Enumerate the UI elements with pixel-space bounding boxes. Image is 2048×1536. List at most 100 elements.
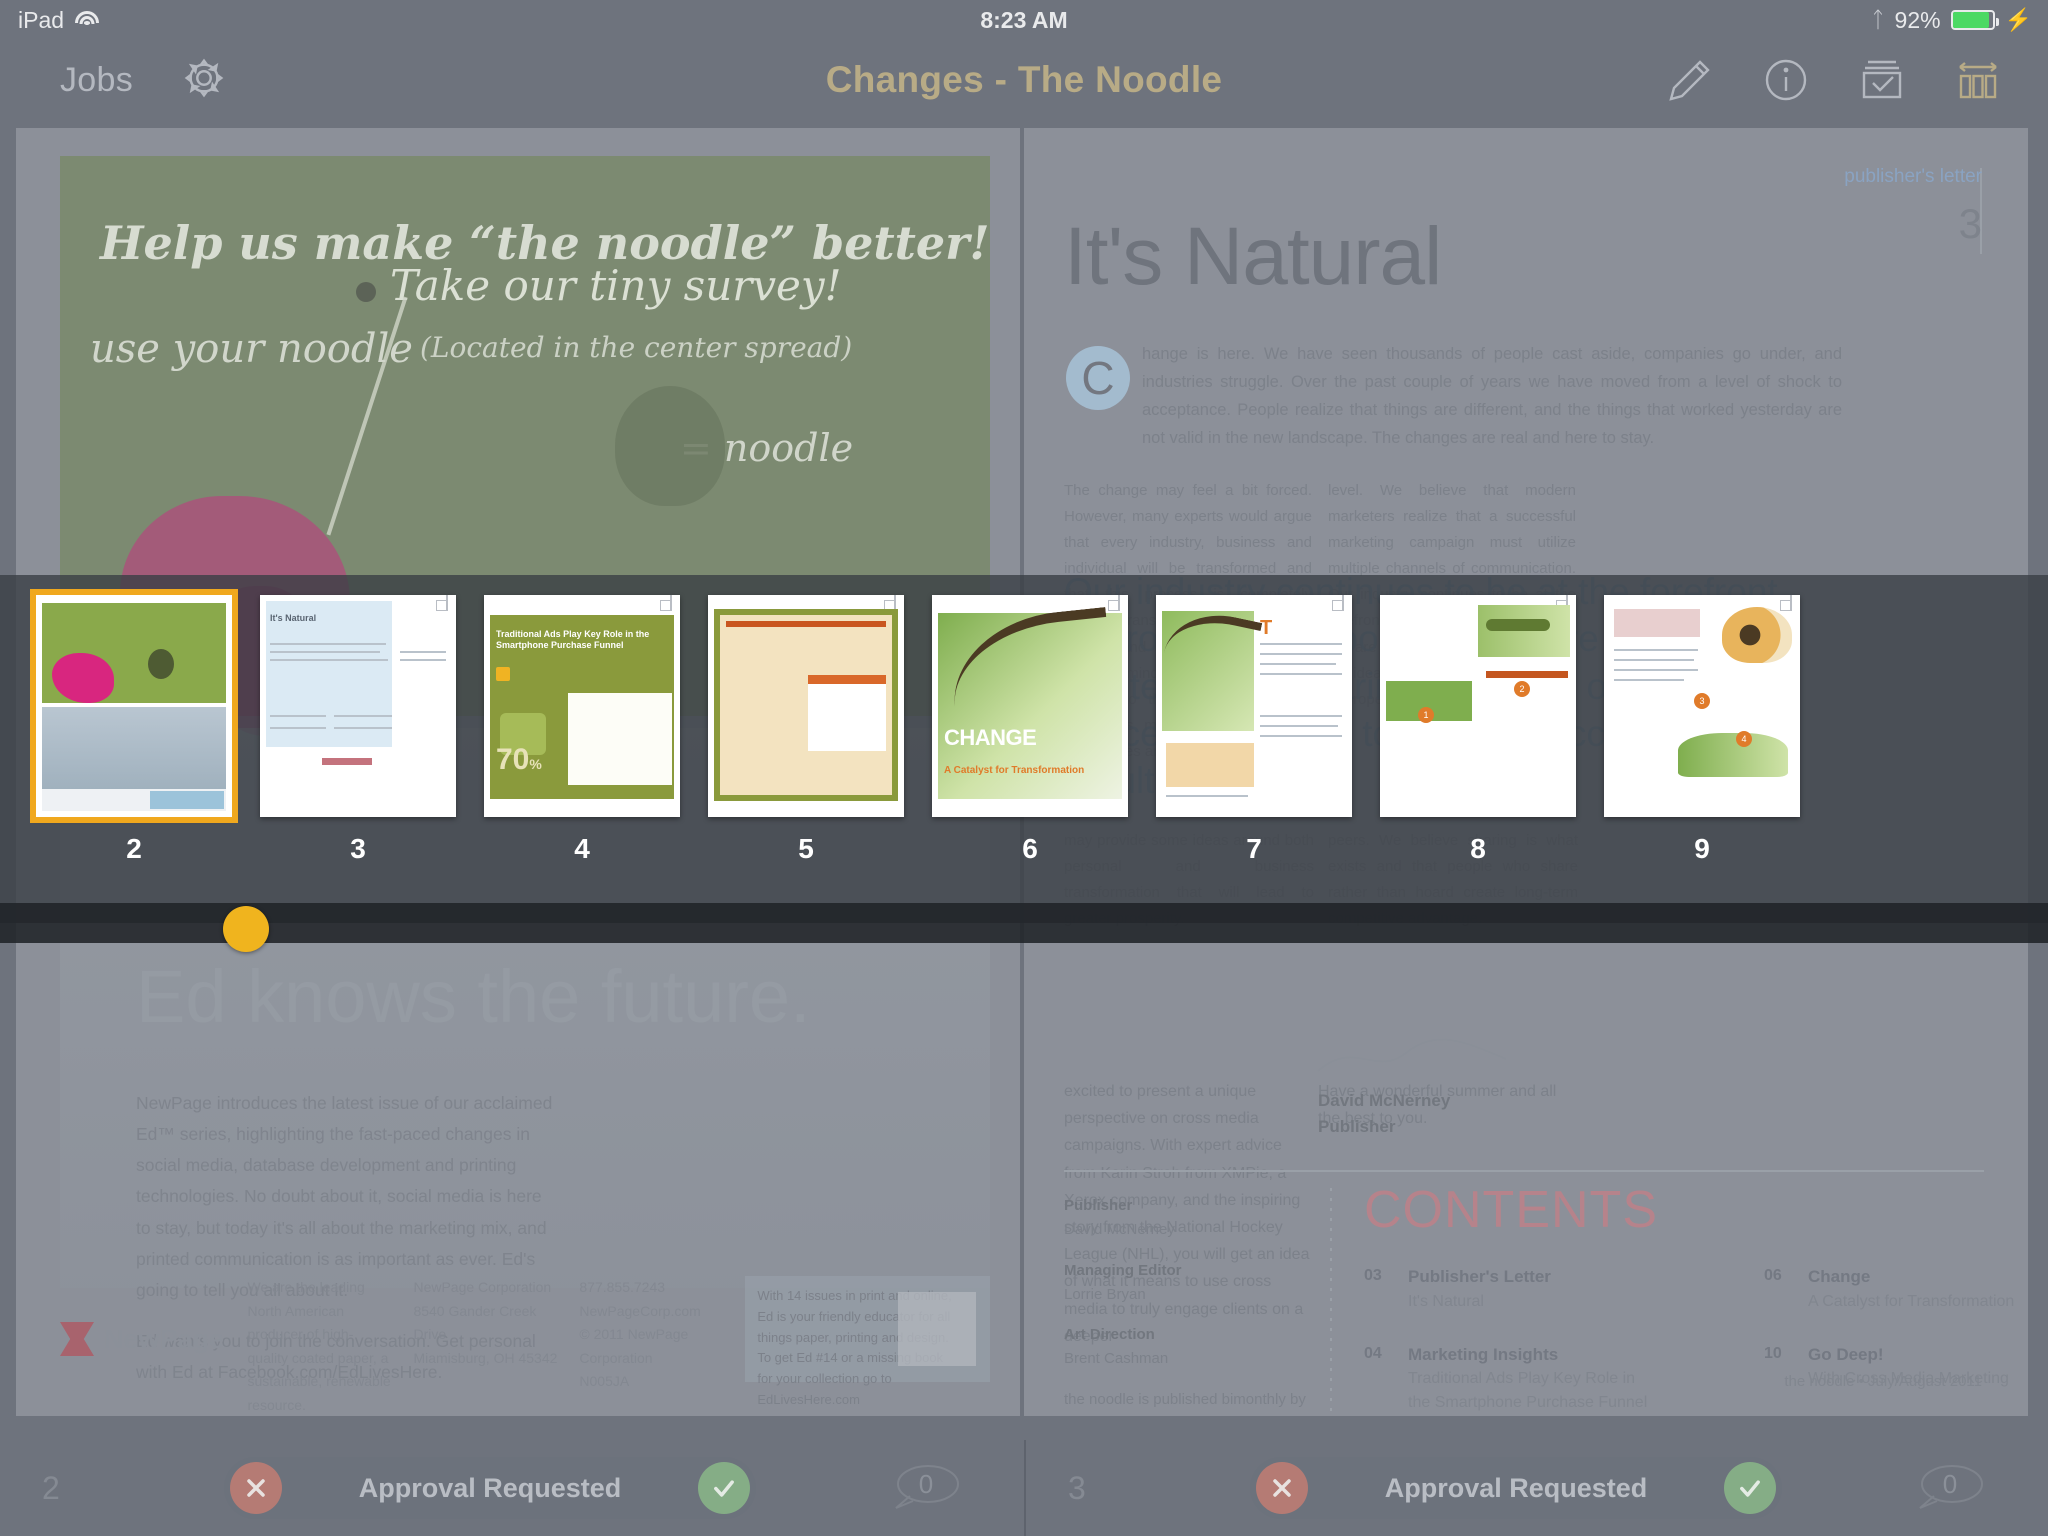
step-badge-4: 4 (1736, 731, 1752, 747)
right-page-header: publisher's letter 3 (1844, 166, 1982, 248)
thumb-pullquote-box (1166, 743, 1254, 787)
approval-control-group: Approval Requested (224, 1457, 756, 1519)
approve-button[interactable] (1724, 1462, 1776, 1514)
step-badge-3: 3 (1694, 693, 1710, 709)
contents-row[interactable]: 06 Change A Catalyst for Transformation (1764, 1264, 2028, 1314)
reject-button[interactable] (1256, 1462, 1308, 1514)
contents-title: Go Deep! (1808, 1344, 1884, 1364)
signature-block: David McNerney Publisher (1318, 1088, 1450, 1141)
thumb-callout-card (568, 693, 672, 785)
masthead-entry: Art Direction Brent Cashman (1064, 1323, 1314, 1372)
thumbnail-page-5[interactable]: 5 (694, 595, 918, 865)
approval-status-label: Approval Requested (1384, 1472, 1648, 1503)
thumbnail-image: 3 4 (1604, 595, 1800, 817)
contents-subtitle: It's Natural (1408, 1292, 1484, 1310)
thumbnail-label: 9 (1694, 833, 1710, 864)
left-page-footer: NewPage We are the leading North America… (60, 1276, 991, 1413)
masthead-note: the noodle is published bimonthly by Thi… (1064, 1390, 1306, 1416)
page-scrubber[interactable] (0, 903, 2048, 952)
thumbnail-image: CHANGE A Catalyst for Transformation (932, 595, 1128, 817)
ed-promo-box: With 14 issues in print and online, Ed i… (745, 1276, 991, 1407)
contents-heading: CONTENTS (1364, 1181, 1658, 1239)
contents-column-left: 03 Publisher's Letter It's Natural 04 Ma… (1364, 1264, 1724, 1416)
contents-divider (1330, 1188, 1332, 1416)
contents-page-number: 03 (1364, 1267, 1382, 1284)
masthead-value: Brent Cashman (1064, 1350, 1169, 1368)
thumb-dropcap: T (1260, 617, 1273, 639)
footer-column-2: NewPage Corporation 8540 Gander Creek Dr… (413, 1279, 558, 1366)
approval-page-number: 2 (42, 1469, 60, 1506)
thumbnail-page-9[interactable]: 3 4 9 (1590, 595, 1814, 865)
approval-status-label: Approval Requested (358, 1472, 622, 1503)
contents-page-number: 04 (1364, 1344, 1382, 1362)
chalk-line-2: use your noodle (90, 326, 413, 372)
left-page-headline: Ed knows the future. (136, 955, 811, 1038)
thumbnail-label: 7 (1246, 833, 1262, 864)
approval-bar-page-3: 3 Approval Requested 0 (1024, 1440, 2048, 1536)
right-page-number: 3 (1958, 200, 1982, 247)
contents-column-right: 06 Change A Catalyst for Transformation … (1764, 1264, 2028, 1416)
newpage-mark-icon (60, 1322, 94, 1356)
thumb-data-table (808, 675, 886, 751)
approve-button[interactable] (698, 1462, 750, 1514)
thumb-photo (42, 707, 226, 793)
scrubber-knob[interactable] (222, 906, 269, 952)
check-circle-icon (1740, 1480, 1760, 1497)
masthead-rule (1064, 1170, 1984, 1172)
caterpillar-illustration (1486, 619, 1550, 631)
page-title: Changes - The Noodle (825, 59, 1223, 100)
thumbnail-strip[interactable]: 2 It's Natural 3 Traditional Ads Play Ke… (0, 575, 2048, 923)
thumb-subtitle: A Catalyst for Transformation (944, 764, 1085, 776)
comment-button[interactable]: 0 (1912, 1462, 1988, 1514)
chalk-line-4: (Located in the center spread) (420, 331, 853, 364)
signature-role: Publisher (1318, 1117, 1396, 1137)
comment-count: 0 (1942, 1469, 1958, 1499)
footer-column-3: 877.855.7243 NewPageCorp.com © 2011 NewP… (579, 1279, 701, 1390)
thumbnail-image (30, 589, 238, 823)
step-badge-1: 1 (1418, 707, 1434, 723)
masthead-title: Managing Editor (1064, 1261, 1182, 1279)
newpage-logo: NewPage (60, 1276, 226, 1356)
thumbnail-label: 5 (798, 833, 814, 864)
masthead-title: Art Direction (1064, 1326, 1155, 1344)
thumbnail-page-6[interactable]: CHANGE A Catalyst for Transformation 6 (918, 595, 1142, 865)
contents-row[interactable]: 03 Publisher's Letter It's Natural (1364, 1264, 1724, 1314)
step-badge-2: 2 (1514, 681, 1530, 697)
thumb-heading-bar (1614, 609, 1700, 637)
thumbnail-page-3[interactable]: It's Natural 3 (246, 595, 470, 865)
contents-row[interactable]: 04 Marketing Insights Traditional Ads Pl… (1364, 1342, 1724, 1416)
thumbnail-label: 4 (574, 833, 590, 864)
right-page-headline: It's Natural (1064, 211, 1442, 302)
thumb-title: CHANGE (944, 725, 1037, 750)
status-bar-clock: 8:23 AM (980, 6, 1068, 33)
thumb-stat: 70% (496, 743, 542, 776)
thumbnail-page-8[interactable]: 1 2 8 (1366, 595, 1590, 865)
thumbnail-page-7[interactable]: T 7 (1142, 595, 1366, 865)
page-corner-icon (1780, 595, 1792, 614)
comment-button[interactable]: 0 (888, 1462, 964, 1514)
thumb-title: It's Natural (270, 613, 317, 623)
reject-button[interactable] (230, 1462, 282, 1514)
contents-page-number: 06 (1764, 1267, 1782, 1284)
thumbnail-image: T (1156, 595, 1352, 817)
contents-entry: Publisher's Letter It's Natural (1408, 1264, 1551, 1314)
thumbnail-page-4[interactable]: Traditional Ads Play Key Role in the Sma… (470, 595, 694, 865)
thumbnail-page-2[interactable]: 2 (22, 589, 246, 865)
x-circle-icon (247, 1479, 265, 1497)
right-page-footer: the noodle • July/August 2011 (1784, 1373, 1982, 1390)
masthead-entry: Managing Editor Lorrie Bryan (1064, 1259, 1314, 1308)
thumbnail-image: 1 2 (1380, 595, 1576, 817)
thumb-heading-bar (726, 621, 886, 627)
page-corner-icon (1332, 595, 1344, 614)
contents-title: Change (1808, 1267, 1871, 1286)
signature-name: David McNerney (1318, 1091, 1451, 1110)
approval-page-number: 3 (1068, 1469, 1086, 1506)
thumb-table-header (808, 675, 886, 684)
section-kicker: publisher's letter (1844, 166, 1982, 187)
thumb-brain-icon (148, 649, 174, 679)
comment-count: 0 (918, 1469, 934, 1499)
contents-subtitle: A Catalyst for Transformation (1808, 1292, 2015, 1310)
status-bar: iPad 8:23 AM ᛏ 92% ⚡ (0, 0, 2048, 40)
left-body-p1: NewPage introduces the latest issue of o… (136, 1093, 553, 1300)
thumb-top-photo (1478, 605, 1570, 657)
